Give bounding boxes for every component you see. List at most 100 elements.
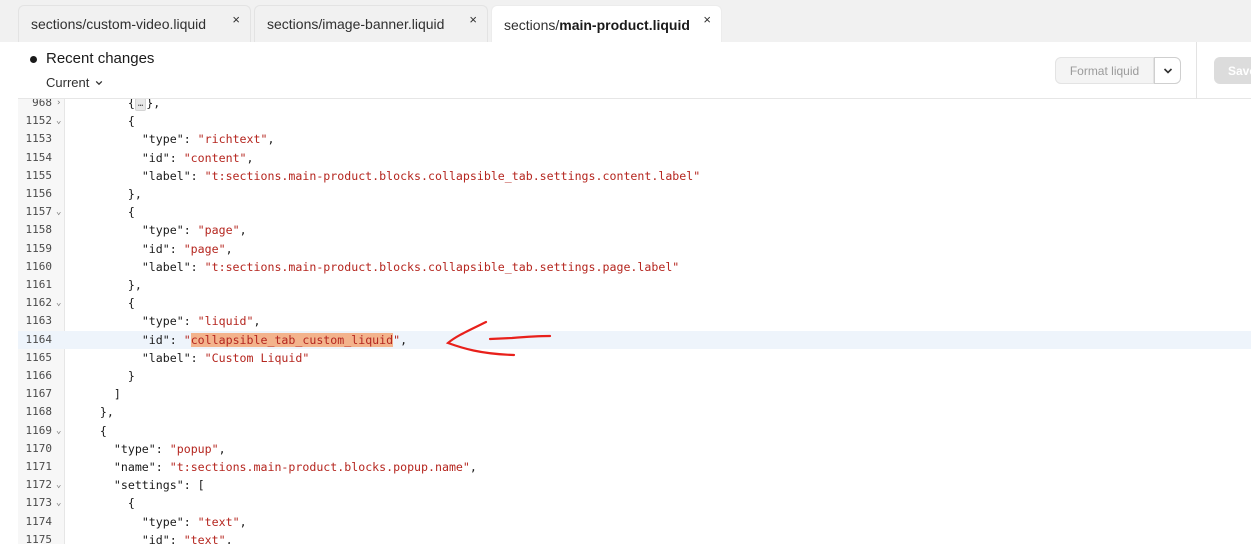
code-text: "type": "popup", [113,441,226,456]
code-line[interactable]: 1152 ⌄ { [18,112,1251,130]
code-line[interactable]: 1163 "type": "liquid", [18,312,1251,330]
code-line[interactable]: 1169 ⌄ { [18,422,1251,440]
expand-fold-icon[interactable]: › [56,99,61,112]
line-number: 1156 [25,187,53,200]
line-number: 968 [32,99,52,109]
editor-header: Recent changes Current Format liquid Sav… [18,42,1251,99]
code-line[interactable]: 1175 "id": "text", [18,531,1251,544]
code-text: "id": "content", [141,150,254,165]
code-line[interactable]: 1160 "label": "t:sections.main-product.b… [18,258,1251,276]
code-editor[interactable]: 968 › {…}, 1152 ⌄ {1153 "type": "richtext",… [18,99,1251,544]
code-line[interactable]: 1165 "label": "Custom Liquid" [18,349,1251,367]
code-line[interactable]: 968 › {…}, [18,99,1251,112]
version-selector[interactable]: Current [46,75,103,90]
folded-region-marker[interactable]: … [134,99,147,111]
collapse-fold-icon[interactable]: ⌄ [56,112,61,130]
unsaved-dot-icon [30,56,37,63]
collapse-fold-icon[interactable]: ⌄ [56,422,61,440]
tab-label: sections/main-product.liquid [504,17,690,33]
recent-changes-title: Recent changes [46,50,155,67]
code-text: { [99,423,107,438]
tab-label-prefix: sections/ [504,16,560,33]
tab-main-product[interactable]: sections/main-product.liquid × [491,5,722,43]
collapse-fold-icon[interactable]: ⌄ [56,476,61,494]
line-number: 1162 [25,296,53,310]
code-line[interactable]: 1153 "type": "richtext", [18,130,1251,148]
code-line[interactable]: 1174 "type": "text", [18,513,1251,531]
close-icon[interactable]: × [703,12,711,27]
line-number: 1152 [25,114,53,128]
code-line[interactable]: 1170 "type": "popup", [18,440,1251,458]
tab-label: sections/image-banner.liquid [267,16,445,32]
code-line[interactable]: 1156 }, [18,185,1251,203]
code-line[interactable]: 1154 "id": "content", [18,149,1251,167]
red-arrow-annotation [445,320,552,357]
line-number: 1157 [25,205,53,219]
code-text: }, [99,405,114,420]
code-line[interactable]: 1172 ⌄ "settings": [ [18,476,1251,494]
tab-custom-video[interactable]: sections/custom-video.liquid × [18,5,251,42]
code-text: "type": "liquid", [141,314,261,329]
line-number: 1170 [25,441,53,455]
line-number: 1166 [25,369,53,382]
code-line[interactable]: 1159 "id": "page", [18,240,1251,258]
code-text: { [127,205,135,220]
code-text: "label": "Custom Liquid" [141,350,310,365]
code-line[interactable]: 1173 ⌄ { [18,494,1251,512]
line-number: 1153 [25,132,53,146]
line-number: 1167 [25,387,53,401]
code-text: "id": "page", [141,241,233,256]
line-number: 1173 [25,496,53,510]
code-line[interactable]: 1171 "name": "t:sections.main-product.bl… [18,458,1251,476]
code-text: ] [113,387,121,402]
format-liquid-button[interactable]: Format liquid [1055,57,1154,84]
code-text: "name": "t:sections.main-product.blocks.… [113,460,477,474]
chevron-down-icon [96,80,103,85]
code-text: { [127,496,135,511]
code-line[interactable]: 1157 ⌄ { [18,203,1251,221]
save-button[interactable]: Save [1214,57,1251,84]
line-number: 1165 [25,350,53,364]
line-number: 1160 [25,259,53,273]
code-text: { [127,296,135,311]
code-text: {…}, [127,99,161,111]
line-number: 1171 [25,460,53,473]
code-text: "type": "text", [141,514,247,529]
collapse-fold-icon[interactable]: ⌄ [56,294,61,312]
code-line[interactable]: 1168 }, [18,403,1251,421]
line-number: 1155 [25,168,53,182]
code-text: }, [127,187,142,201]
code-line[interactable]: 1164 "id": "collapsible_tab_custom_liqui… [18,330,1251,349]
code-text: "id": "text", [141,532,233,544]
collapse-fold-icon[interactable]: ⌄ [56,203,61,221]
code-line[interactable]: 1162 ⌄ { [18,294,1251,312]
header-divider [1196,42,1197,99]
code-line[interactable]: 1166 } [18,367,1251,385]
line-number: 1163 [25,314,53,328]
code-line[interactable]: 1155 "label": "t:sections.main-product.b… [18,167,1251,185]
code-text: }, [127,278,142,292]
line-number: 1172 [25,478,53,492]
code-text: } [127,369,135,383]
format-options-button[interactable] [1154,57,1181,84]
code-line[interactable]: 1158 "type": "page", [18,221,1251,239]
line-number: 1161 [25,278,53,291]
code-text: "label": "t:sections.main-product.blocks… [141,259,680,274]
code-text: "id": "collapsible_tab_custom_liquid", [141,332,408,347]
close-icon[interactable]: × [469,12,477,27]
code-text: "label": "t:sections.main-product.blocks… [141,168,701,183]
line-number: 1164 [25,332,53,346]
code-line[interactable]: 1167 ] [18,385,1251,403]
line-number: 1168 [25,405,53,419]
code-text: "settings": [ [113,478,205,493]
code-line[interactable]: 1161 }, [18,276,1251,294]
line-number: 1169 [25,423,53,437]
chevron-down-icon [1163,67,1172,74]
tab-label: sections/custom-video.liquid [31,16,207,32]
tab-image-banner[interactable]: sections/image-banner.liquid × [254,5,488,42]
code-text: "type": "richtext", [141,132,275,147]
editor-tab-bar: sections/custom-video.liquid × sections/… [0,0,1251,43]
close-icon[interactable]: × [232,12,240,27]
version-label: Current [46,75,90,90]
collapse-fold-icon[interactable]: ⌄ [56,494,61,512]
